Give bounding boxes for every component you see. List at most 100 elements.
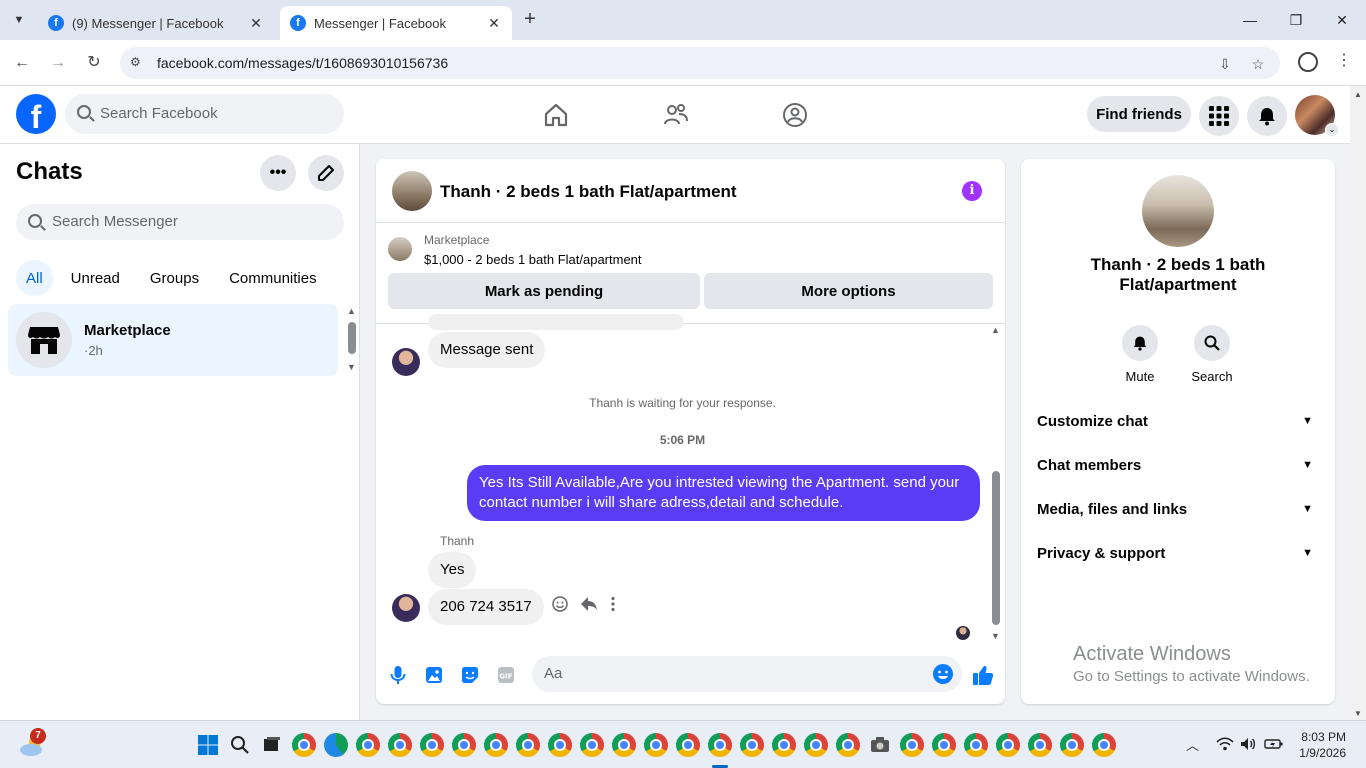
- chrome-icon[interactable]: [772, 733, 796, 757]
- reload-icon[interactable]: ↻: [83, 52, 105, 74]
- chrome-icon[interactable]: [900, 733, 924, 757]
- chrome-icon[interactable]: [580, 733, 604, 757]
- search-icon[interactable]: [228, 733, 252, 757]
- page-scrollbar[interactable]: ▲ ▼: [1350, 86, 1366, 720]
- gif-icon[interactable]: GIF: [491, 660, 521, 690]
- message-bubble[interactable]: Yes: [428, 552, 477, 588]
- show-hidden-icons-chevron-icon[interactable]: ︿: [1186, 735, 1199, 754]
- chrome-icon[interactable]: [932, 733, 956, 757]
- scroll-down-icon[interactable]: ▼: [347, 362, 356, 372]
- chrome-icon[interactable]: [548, 733, 572, 757]
- close-tab-icon[interactable]: ✕: [248, 15, 264, 32]
- edge-icon[interactable]: [324, 733, 348, 757]
- chrome-icon[interactable]: [612, 733, 636, 757]
- battery-icon[interactable]: [1264, 737, 1284, 751]
- notifications-bell-icon[interactable]: [1247, 96, 1287, 136]
- forward-arrow-icon[interactable]: →: [47, 52, 69, 74]
- address-bar[interactable]: ⚙ facebook.com/messages/t/16086930101567…: [120, 47, 1280, 79]
- photo-icon[interactable]: [419, 660, 449, 690]
- chrome-icon-active[interactable]: [708, 733, 732, 757]
- chat-members-section[interactable]: Chat members ▼: [1037, 443, 1319, 487]
- chat-list-scrollbar[interactable]: ▲ ▼: [346, 304, 358, 374]
- outgoing-message-bubble[interactable]: Yes Its Still Available,Are you intreste…: [467, 465, 980, 521]
- messenger-search-input[interactable]: Search Messenger: [16, 204, 344, 240]
- chrome-icon[interactable]: [836, 733, 860, 757]
- site-info-icon[interactable]: ⚙: [130, 55, 146, 71]
- chrome-icon[interactable]: [484, 733, 508, 757]
- mute-button[interactable]: Mute: [1110, 325, 1170, 384]
- scroll-thumb[interactable]: [348, 322, 356, 354]
- friends-icon[interactable]: [663, 102, 689, 128]
- message-bubble-phone[interactable]: 206 724 3517: [428, 589, 544, 625]
- message-input[interactable]: Aa: [532, 656, 962, 692]
- sender-avatar[interactable]: [392, 594, 420, 622]
- like-thumb-icon[interactable]: [968, 660, 998, 690]
- groups-icon[interactable]: [782, 102, 808, 128]
- browser-tab-inactive[interactable]: f (9) Messenger | Facebook ✕: [38, 6, 274, 40]
- chrome-icon[interactable]: [1028, 733, 1052, 757]
- more-actions-icon[interactable]: [610, 596, 616, 612]
- conversation-title[interactable]: Thanh · 2 beds 1 bath Flat/apartment: [440, 182, 737, 202]
- minimize-icon[interactable]: —: [1238, 8, 1262, 32]
- scroll-down-icon[interactable]: ▼: [991, 631, 1000, 641]
- chrome-icon[interactable]: [1092, 733, 1116, 757]
- conversation-avatar[interactable]: [392, 171, 432, 211]
- microphone-icon[interactable]: [383, 660, 413, 690]
- url-text[interactable]: facebook.com/messages/t/1608693010156736: [157, 55, 448, 71]
- home-icon[interactable]: [543, 102, 569, 128]
- chrome-icon[interactable]: [644, 733, 668, 757]
- new-message-icon[interactable]: [308, 155, 344, 191]
- system-clock[interactable]: 8:03 PM 1/9/2026: [1290, 729, 1346, 761]
- chrome-icon[interactable]: [388, 733, 412, 757]
- privacy-support-section[interactable]: Privacy & support ▼: [1037, 531, 1319, 575]
- chrome-icon[interactable]: [452, 733, 476, 757]
- react-smiley-icon[interactable]: [552, 596, 568, 612]
- chrome-icon[interactable]: [420, 733, 444, 757]
- browser-menu-icon[interactable]: ⋮: [1336, 50, 1352, 70]
- message-scrollbar[interactable]: ▲ ▼: [989, 323, 1003, 645]
- filter-groups[interactable]: Groups: [138, 260, 211, 296]
- scroll-thumb[interactable]: [992, 471, 1000, 625]
- more-options-button[interactable]: More options: [704, 273, 993, 309]
- back-arrow-icon[interactable]: ←: [11, 52, 33, 74]
- camera-icon[interactable]: [868, 733, 892, 757]
- sender-avatar[interactable]: [392, 348, 420, 376]
- search-in-chat-button[interactable]: Search: [1182, 325, 1242, 384]
- listing-title[interactable]: $1,000 - 2 beds 1 bath Flat/apartment: [424, 252, 642, 267]
- chrome-icon[interactable]: [676, 733, 700, 757]
- message-bubble[interactable]: Message sent: [428, 332, 546, 368]
- tab-search-chevron-icon[interactable]: ▼: [8, 9, 30, 31]
- chrome-icon[interactable]: [996, 733, 1020, 757]
- close-tab-icon[interactable]: ✕: [486, 15, 502, 32]
- browser-tab-active[interactable]: f Messenger | Facebook ✕: [280, 6, 512, 40]
- info-avatar[interactable]: [1142, 175, 1214, 247]
- mark-as-pending-button[interactable]: Mark as pending: [388, 273, 700, 309]
- info-icon[interactable]: i: [962, 181, 982, 201]
- account-avatar[interactable]: ⌄: [1295, 95, 1339, 137]
- chrome-icon[interactable]: [964, 733, 988, 757]
- listing-thumbnail[interactable]: [388, 237, 412, 261]
- bookmark-star-icon[interactable]: ☆: [1248, 54, 1268, 74]
- chrome-icon[interactable]: [292, 733, 316, 757]
- customize-chat-section[interactable]: Customize chat ▼: [1037, 399, 1319, 443]
- close-window-icon[interactable]: ✕: [1330, 8, 1354, 32]
- task-view-icon[interactable]: [260, 733, 284, 757]
- menu-grid-icon[interactable]: [1199, 96, 1239, 136]
- chrome-icon[interactable]: [1060, 733, 1084, 757]
- facebook-search-input[interactable]: Search Facebook: [65, 94, 344, 134]
- find-friends-button[interactable]: Find friends: [1087, 96, 1191, 132]
- scroll-up-icon[interactable]: ▲: [1354, 90, 1362, 99]
- reply-icon[interactable]: [580, 596, 598, 612]
- windows-start-icon[interactable]: [196, 733, 220, 757]
- facebook-logo[interactable]: f: [16, 94, 56, 134]
- emoji-icon[interactable]: [932, 663, 954, 685]
- chrome-icon[interactable]: [740, 733, 764, 757]
- chrome-icon[interactable]: [356, 733, 380, 757]
- more-options-icon[interactable]: •••: [260, 155, 296, 191]
- chrome-icon[interactable]: [804, 733, 828, 757]
- filter-all[interactable]: All: [16, 260, 53, 296]
- filter-communities[interactable]: Communities: [217, 260, 329, 296]
- media-files-links-section[interactable]: Media, files and links ▼: [1037, 487, 1319, 531]
- sticker-icon[interactable]: [455, 660, 485, 690]
- scroll-up-icon[interactable]: ▲: [347, 306, 356, 316]
